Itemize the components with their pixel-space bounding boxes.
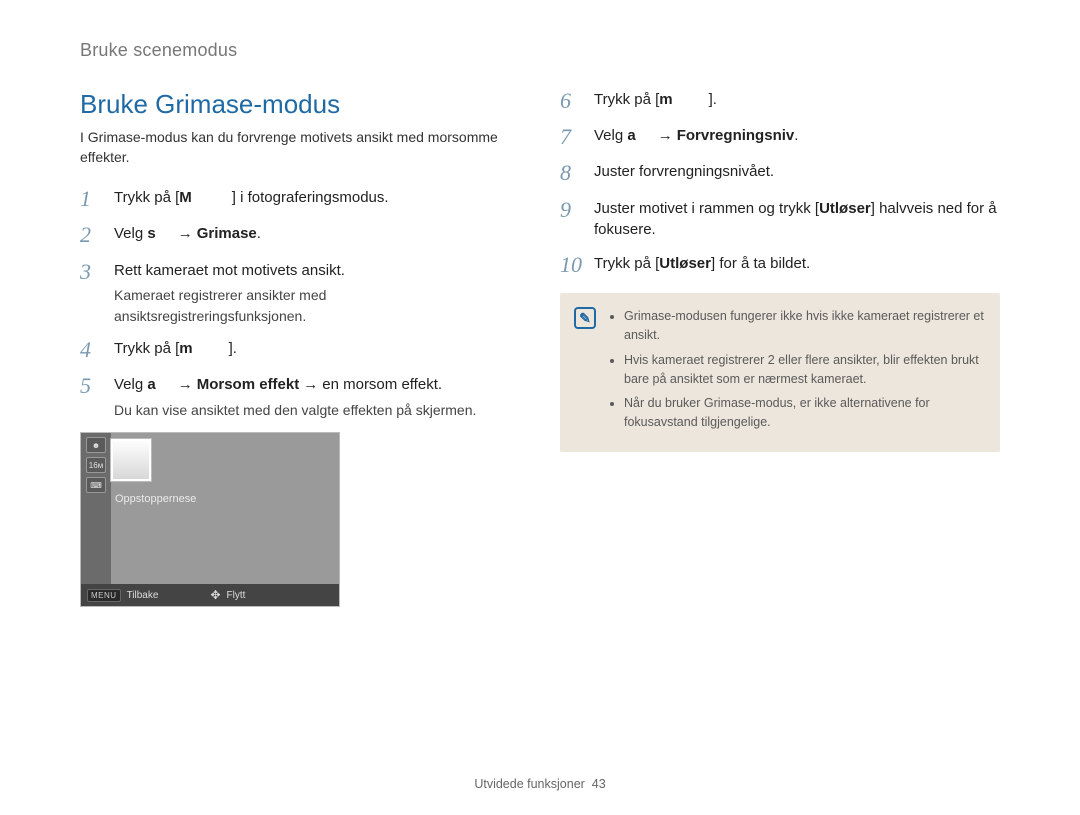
- key-label: Utløser: [819, 200, 871, 217]
- icon-label: a: [627, 127, 635, 144]
- section-title: Bruke Grimase-modus: [80, 89, 520, 120]
- step-text: Rett kameraet mot motivets ansikt. Kamer…: [114, 260, 520, 326]
- step-number: 7: [560, 125, 584, 149]
- lcd-effect-tiles: [111, 439, 333, 481]
- step-text: Juster motivet i rammen og trykk [Utløse…: [594, 198, 1000, 242]
- step-7: 7 Velg a →Forvregningsniv.: [560, 125, 1000, 149]
- step-10: 10 Trykk på [Utløser] for å ta bildet.: [560, 253, 1000, 277]
- section-intro: I Grimase-modus kan du forvrenge motivet…: [80, 128, 520, 167]
- step-1: 1 Trykk på [M ] i fotograferingsmodus.: [80, 187, 520, 211]
- step-text: Velg s →Grimase.: [114, 223, 520, 245]
- note-icon: ✎: [574, 307, 596, 329]
- right-column: 6 Trykk på [m]. 7 Velg a→Forvregningsniv…: [560, 89, 1000, 607]
- note-list: Grimase-modusen fungerer ikke hvis ikke …: [610, 307, 984, 432]
- step-number: 3: [80, 260, 104, 284]
- steps-left: 1 Trykk på [M] i fotograferingsmodus. 2 …: [80, 187, 520, 420]
- step-2: 2 Velg s →Grimase.: [80, 223, 520, 247]
- step-number: 8: [560, 161, 584, 185]
- text: .: [794, 127, 798, 144]
- lcd-tile-selected: [111, 439, 151, 481]
- step-text: Velg a →Forvregningsniv.: [594, 125, 1000, 147]
- key-label: m: [179, 340, 192, 357]
- text: Velg: [114, 376, 147, 393]
- step-number: 10: [560, 253, 584, 277]
- step-text: Trykk på [Utløser] for å ta bildet.: [594, 253, 1000, 275]
- step-text: Juster forvrengningsnivået.: [594, 161, 1000, 183]
- icon-label: s: [147, 225, 155, 242]
- page-footer: Utvidede funksjoner 43: [0, 777, 1080, 791]
- lcd-menu-button: MENU: [87, 589, 121, 602]
- step-5: 5 Velg a→Morsom effekt→en morsom effekt.…: [80, 374, 520, 420]
- breadcrumb: Bruke scenemodus: [80, 40, 1000, 61]
- camera-lcd-preview: ☻ 16м ⌨ Oppstoppernese MENU Tilbake ✥ Fl…: [80, 432, 340, 607]
- key-label: M: [179, 189, 192, 206]
- lcd-sidebar: ☻ 16м ⌨: [81, 433, 111, 584]
- lcd-move-label: Flytt: [227, 590, 246, 601]
- note-item: Når du bruker Grimase-modus, er ikke alt…: [624, 394, 984, 432]
- text: ] i fotograferingsmodus.: [232, 189, 389, 206]
- lcd-effect-label: Oppstoppernese: [115, 493, 196, 505]
- arrow-icon: →: [174, 225, 197, 242]
- text: Velg: [114, 225, 147, 242]
- step-text: Trykk på [m].: [114, 338, 520, 360]
- step-number: 9: [560, 198, 584, 222]
- step-number: 1: [80, 187, 104, 211]
- text: Trykk på [: [594, 255, 659, 272]
- content-columns: Bruke Grimase-modus I Grimase-modus kan …: [80, 89, 1000, 607]
- manual-page: Bruke scenemodus Bruke Grimase-modus I G…: [0, 0, 1080, 815]
- step-3: 3 Rett kameraet mot motivets ansikt. Kam…: [80, 260, 520, 326]
- target: Morsom effekt: [197, 376, 300, 393]
- lcd-keyboard-icon: ⌨: [86, 477, 106, 493]
- steps-right: 6 Trykk på [m]. 7 Velg a→Forvregningsniv…: [560, 89, 1000, 277]
- step-number: 5: [80, 374, 104, 398]
- footer-label: Utvidede funksjoner: [474, 777, 584, 791]
- step-number: 2: [80, 223, 104, 247]
- text: en morsom effekt.: [322, 376, 442, 393]
- step-4: 4 Trykk på [m].: [80, 338, 520, 362]
- step-9: 9 Juster motivet i rammen og trykk [Utlø…: [560, 198, 1000, 242]
- text: ].: [229, 340, 237, 357]
- text: Trykk på [: [114, 189, 179, 206]
- lcd-bottom-bar: MENU Tilbake ✥ Flytt: [81, 584, 339, 606]
- text: Rett kameraet mot motivets ansikt.: [114, 262, 345, 279]
- note-item: Hvis kameraet registrerer 2 eller flere …: [624, 351, 984, 389]
- text: .: [257, 225, 261, 242]
- text: ].: [709, 91, 717, 108]
- sub-text: Du kan vise ansiktet med den valgte effe…: [114, 400, 520, 420]
- lcd-dpad-icon: ✥: [210, 588, 220, 602]
- step-number: 4: [80, 338, 104, 362]
- step-8: 8 Juster forvrengningsnivået.: [560, 161, 1000, 185]
- lcd-mode-icon: ☻: [86, 437, 106, 453]
- sub-text: Kameraet registrerer ansikter med ansikt…: [114, 285, 520, 326]
- step-text: Trykk på [m].: [594, 89, 1000, 111]
- footer-page-number: 43: [592, 777, 606, 791]
- arrow-icon: →: [174, 376, 197, 393]
- step-text: Velg a→Morsom effekt→en morsom effekt. D…: [114, 374, 520, 420]
- step-number: 6: [560, 89, 584, 113]
- left-column: Bruke Grimase-modus I Grimase-modus kan …: [80, 89, 520, 607]
- target: Forvregningsniv: [677, 127, 795, 144]
- arrow-icon: →: [299, 376, 322, 393]
- lcd-size-icon: 16м: [86, 457, 106, 473]
- icon-label: a: [147, 376, 155, 393]
- text: Juster motivet i rammen og trykk [: [594, 200, 819, 217]
- arrow-icon: →: [654, 127, 677, 144]
- text: Velg: [594, 127, 627, 144]
- key-label: Utløser: [659, 255, 711, 272]
- key-label: m: [659, 91, 672, 108]
- step-6: 6 Trykk på [m].: [560, 89, 1000, 113]
- target: Grimase: [197, 225, 257, 242]
- note-box: ✎ Grimase-modusen fungerer ikke hvis ikk…: [560, 293, 1000, 452]
- step-text: Trykk på [M ] i fotograferingsmodus.: [114, 187, 520, 209]
- text: ] for å ta bildet.: [711, 255, 810, 272]
- text: Trykk på [: [114, 340, 179, 357]
- text: Trykk på [: [594, 91, 659, 108]
- note-item: Grimase-modusen fungerer ikke hvis ikke …: [624, 307, 984, 345]
- lcd-back-label: Tilbake: [127, 590, 159, 601]
